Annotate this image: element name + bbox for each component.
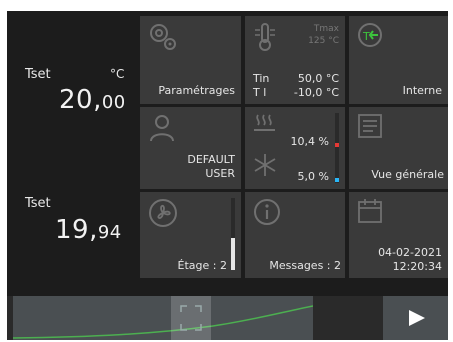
heat-icon bbox=[253, 113, 277, 135]
tist-label: Tset bbox=[25, 196, 51, 211]
heat-value: 10,4 % bbox=[290, 135, 329, 148]
tist-label-text: Tset bbox=[25, 196, 51, 211]
tin-label: Tin bbox=[253, 72, 270, 85]
climate-tile[interactable]: 10,4 % 5,0 % bbox=[245, 107, 345, 189]
fan-icon bbox=[148, 198, 178, 228]
screen: Tset °C 20,00 Tset 19,94 Paramétrages Tm… bbox=[0, 0, 453, 342]
tist-value-int: 19, bbox=[55, 215, 98, 245]
user-tile[interactable]: DEFAULT USER bbox=[140, 107, 241, 189]
snowflake-icon bbox=[253, 153, 277, 177]
user-label-line1: DEFAULT bbox=[187, 153, 235, 166]
heat-indicator bbox=[335, 143, 339, 147]
date-text: 04-02-2021 bbox=[378, 246, 442, 259]
messages-tile[interactable]: Messages : 2 bbox=[245, 192, 345, 278]
mode-label: Interne bbox=[402, 84, 442, 97]
calendar-icon bbox=[357, 198, 383, 224]
thermometer-icon bbox=[253, 22, 277, 52]
cool-value: 5,0 % bbox=[297, 170, 329, 183]
tmax-value: 125 °C bbox=[308, 36, 339, 46]
datetime-tile[interactable]: 04-02-2021 12:20:34 bbox=[349, 192, 448, 278]
time-text: 12:20:34 bbox=[392, 260, 442, 273]
tset-value-int: 20, bbox=[59, 85, 102, 115]
settings-label: Paramétrages bbox=[158, 84, 235, 97]
internal-mode-icon: T bbox=[357, 22, 383, 48]
play-button[interactable] bbox=[383, 296, 448, 340]
fan-label: Étage : 2 bbox=[177, 259, 227, 272]
tl-label: T l bbox=[253, 86, 267, 99]
messages-label: Messages : 2 bbox=[269, 259, 341, 272]
fan-level-fill bbox=[231, 237, 235, 270]
mode-tile[interactable]: T Interne bbox=[349, 16, 448, 104]
overview-label: Vue générale bbox=[371, 168, 444, 181]
list-icon bbox=[357, 113, 383, 139]
tset-label: Tset bbox=[25, 67, 51, 82]
overview-tile[interactable]: Vue générale bbox=[349, 107, 448, 189]
tin-value: 50,0 °C bbox=[297, 72, 339, 85]
tset-unit: °C bbox=[110, 67, 125, 81]
gears-icon bbox=[148, 22, 178, 52]
fan-level-bar bbox=[231, 198, 235, 270]
tl-value: -10,0 °C bbox=[293, 86, 339, 99]
tist-value-dec: 94 bbox=[97, 222, 122, 243]
user-label-line2: USER bbox=[205, 167, 235, 180]
temperature-tile[interactable]: Tmax 125 °C Tin 50,0 °C T l -10,0 °C bbox=[245, 16, 345, 104]
tset-value-dec: 00 bbox=[101, 92, 126, 113]
user-icon bbox=[148, 113, 176, 143]
tmax-label: Tmax bbox=[313, 24, 339, 34]
tist-value: 19,94 bbox=[55, 215, 122, 245]
info-icon bbox=[253, 198, 281, 226]
climate-level-bar bbox=[335, 113, 339, 183]
expand-icon[interactable] bbox=[171, 296, 211, 340]
trend-chart[interactable] bbox=[13, 296, 313, 340]
cool-indicator bbox=[335, 178, 339, 182]
svg-text:T: T bbox=[362, 30, 370, 43]
fan-tile[interactable]: Étage : 2 bbox=[140, 192, 241, 278]
temperature-column: Tset °C 20,00 Tset 19,94 bbox=[7, 11, 140, 291]
play-icon bbox=[408, 309, 426, 327]
tset-value[interactable]: 20,00 bbox=[59, 85, 126, 115]
control-panel: Tset °C 20,00 Tset 19,94 Paramétrages Tm… bbox=[7, 11, 448, 340]
settings-tile[interactable]: Paramétrages bbox=[140, 16, 241, 104]
